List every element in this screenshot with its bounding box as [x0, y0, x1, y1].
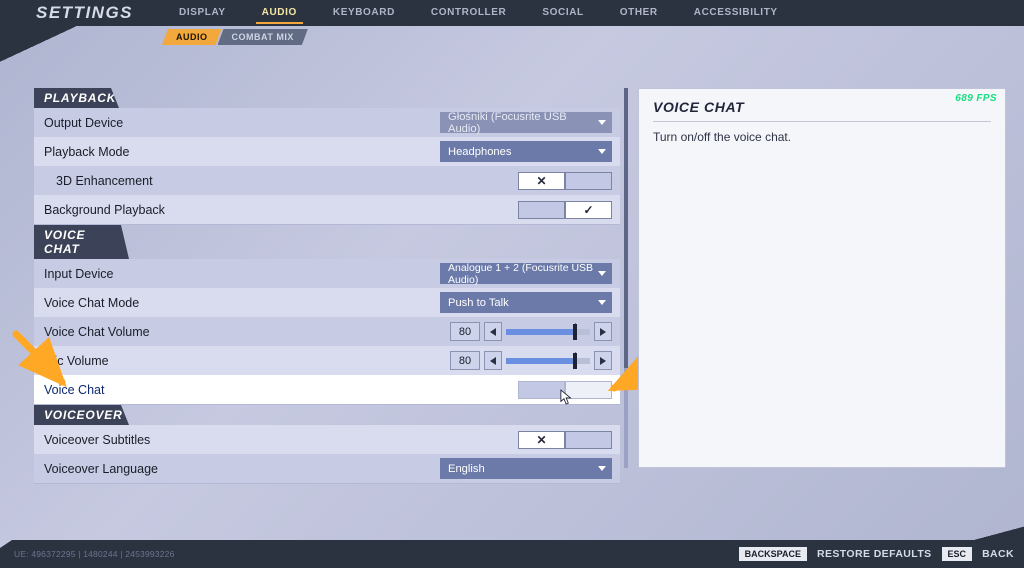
label-voiceover-subtitles: Voiceover Subtitles [44, 433, 436, 447]
section-header-voiceover: VOICEOVER [34, 405, 129, 425]
section-header-voice-chat: VOICE CHAT [34, 225, 129, 259]
row-playback-mode: Playback Mode Headphones [34, 137, 620, 166]
label-voice-chat-mode: Voice Chat Mode [44, 296, 436, 310]
scrollbar[interactable] [624, 88, 628, 468]
row-input-device: Input Device Analogue 1 + 2 (Focusrite U… [34, 259, 620, 288]
tab-display[interactable]: DISPLAY [173, 3, 232, 24]
label-background-playback: Background Playback [44, 203, 436, 217]
dropdown-playback-mode-value: Headphones [448, 146, 511, 158]
settings-list: PLAYBACK Output Device Głośniki (Focusri… [34, 88, 620, 484]
tab-controller[interactable]: CONTROLLER [425, 3, 512, 24]
main-tabs: DISPLAY AUDIO KEYBOARD CONTROLLER SOCIAL… [173, 3, 784, 24]
label-voiceover-language: Voiceover Language [44, 462, 436, 476]
build-info: UE: 496372295 | 1480244 | 2453993226 [14, 549, 175, 559]
chevron-down-icon [598, 149, 606, 154]
mic-volume-slider[interactable] [506, 358, 590, 364]
back-button[interactable]: BACK [982, 548, 1014, 560]
triangle-left-icon [490, 328, 496, 336]
label-mic-volume: Mic Volume [44, 354, 436, 368]
key-esc: ESC [942, 547, 973, 561]
chevron-down-icon [598, 271, 606, 276]
row-output-device: Output Device Głośniki (Focusrite USB Au… [34, 108, 620, 137]
restore-defaults-button[interactable]: RESTORE DEFAULTS [817, 548, 932, 560]
voice-chat-volume-decrease[interactable] [484, 322, 502, 341]
mic-volume-value: 80 [450, 351, 480, 370]
chevron-down-icon [598, 466, 606, 471]
fps-counter: 689 FPS [955, 93, 997, 104]
toggle-voiceover-subtitles[interactable]: ✕ [518, 431, 612, 449]
triangle-left-icon [490, 357, 496, 365]
dropdown-voiceover-language[interactable]: English [440, 458, 612, 479]
key-backspace: BACKSPACE [739, 547, 807, 561]
toggle-voice-chat[interactable] [518, 381, 612, 399]
label-voice-chat-volume: Voice Chat Volume [44, 325, 436, 339]
label-input-device: Input Device [44, 267, 436, 281]
dropdown-input-device[interactable]: Analogue 1 + 2 (Focusrite USB Audio) [440, 263, 612, 284]
chevron-down-icon [598, 300, 606, 305]
info-panel: 689 FPS VOICE CHAT Turn on/off the voice… [638, 88, 1006, 468]
dropdown-voice-chat-mode[interactable]: Push to Talk [440, 292, 612, 313]
info-description: Turn on/off the voice chat. [653, 130, 991, 144]
voice-chat-volume-value: 80 [450, 322, 480, 341]
triangle-right-icon [600, 328, 606, 336]
dropdown-output-device[interactable]: Głośniki (Focusrite USB Audio) [440, 112, 612, 133]
subtab-audio[interactable]: AUDIO [162, 29, 222, 45]
tab-social[interactable]: SOCIAL [536, 3, 589, 24]
top-bar: SETTINGS DISPLAY AUDIO KEYBOARD CONTROLL… [0, 0, 1024, 26]
x-icon: ✕ [536, 433, 546, 447]
dropdown-input-device-value: Analogue 1 + 2 (Focusrite USB Audio) [448, 262, 598, 286]
row-background-playback: Background Playback ✓ [34, 195, 620, 224]
row-mic-volume: Mic Volume 80 [34, 346, 620, 375]
label-output-device: Output Device [44, 116, 436, 130]
x-icon: ✕ [536, 174, 546, 188]
tab-audio[interactable]: AUDIO [256, 3, 303, 24]
label-3d-enhancement: 3D Enhancement [56, 174, 436, 188]
section-header-playback: PLAYBACK [34, 88, 119, 108]
row-voice-chat-mode: Voice Chat Mode Push to Talk [34, 288, 620, 317]
dropdown-voiceover-language-value: English [448, 463, 485, 475]
chevron-down-icon [598, 120, 606, 125]
info-title: VOICE CHAT [653, 99, 991, 122]
voice-chat-volume-slider[interactable] [506, 329, 590, 335]
tab-accessibility[interactable]: ACCESSIBILITY [688, 3, 784, 24]
row-voice-chat-volume: Voice Chat Volume 80 [34, 317, 620, 346]
sub-tabs: AUDIO COMBAT MIX [0, 26, 1024, 48]
toggle-background-playback[interactable]: ✓ [518, 201, 612, 219]
mic-volume-decrease[interactable] [484, 351, 502, 370]
row-voice-chat-toggle: Voice Chat [34, 375, 620, 404]
row-voiceover-language: Voiceover Language English [34, 454, 620, 483]
dropdown-voice-chat-mode-value: Push to Talk [448, 297, 509, 309]
row-voiceover-subtitles: Voiceover Subtitles ✕ [34, 425, 620, 454]
dropdown-playback-mode[interactable]: Headphones [440, 141, 612, 162]
toggle-3d-enhancement[interactable]: ✕ [518, 172, 612, 190]
page-title: SETTINGS [8, 3, 133, 23]
subtab-combat-mix[interactable]: COMBAT MIX [218, 29, 308, 45]
mic-volume-increase[interactable] [594, 351, 612, 370]
footer-bar: UE: 496372295 | 1480244 | 2453993226 BAC… [0, 540, 1024, 568]
voice-chat-volume-increase[interactable] [594, 322, 612, 341]
label-playback-mode: Playback Mode [44, 145, 436, 159]
row-3d-enhancement: 3D Enhancement ✕ [34, 166, 620, 195]
label-voice-chat-toggle: Voice Chat [44, 383, 436, 397]
dropdown-output-device-value: Głośniki (Focusrite USB Audio) [448, 111, 598, 135]
check-icon: ✓ [583, 203, 593, 217]
tab-other[interactable]: OTHER [614, 3, 664, 24]
triangle-right-icon [600, 357, 606, 365]
tab-keyboard[interactable]: KEYBOARD [327, 3, 401, 24]
